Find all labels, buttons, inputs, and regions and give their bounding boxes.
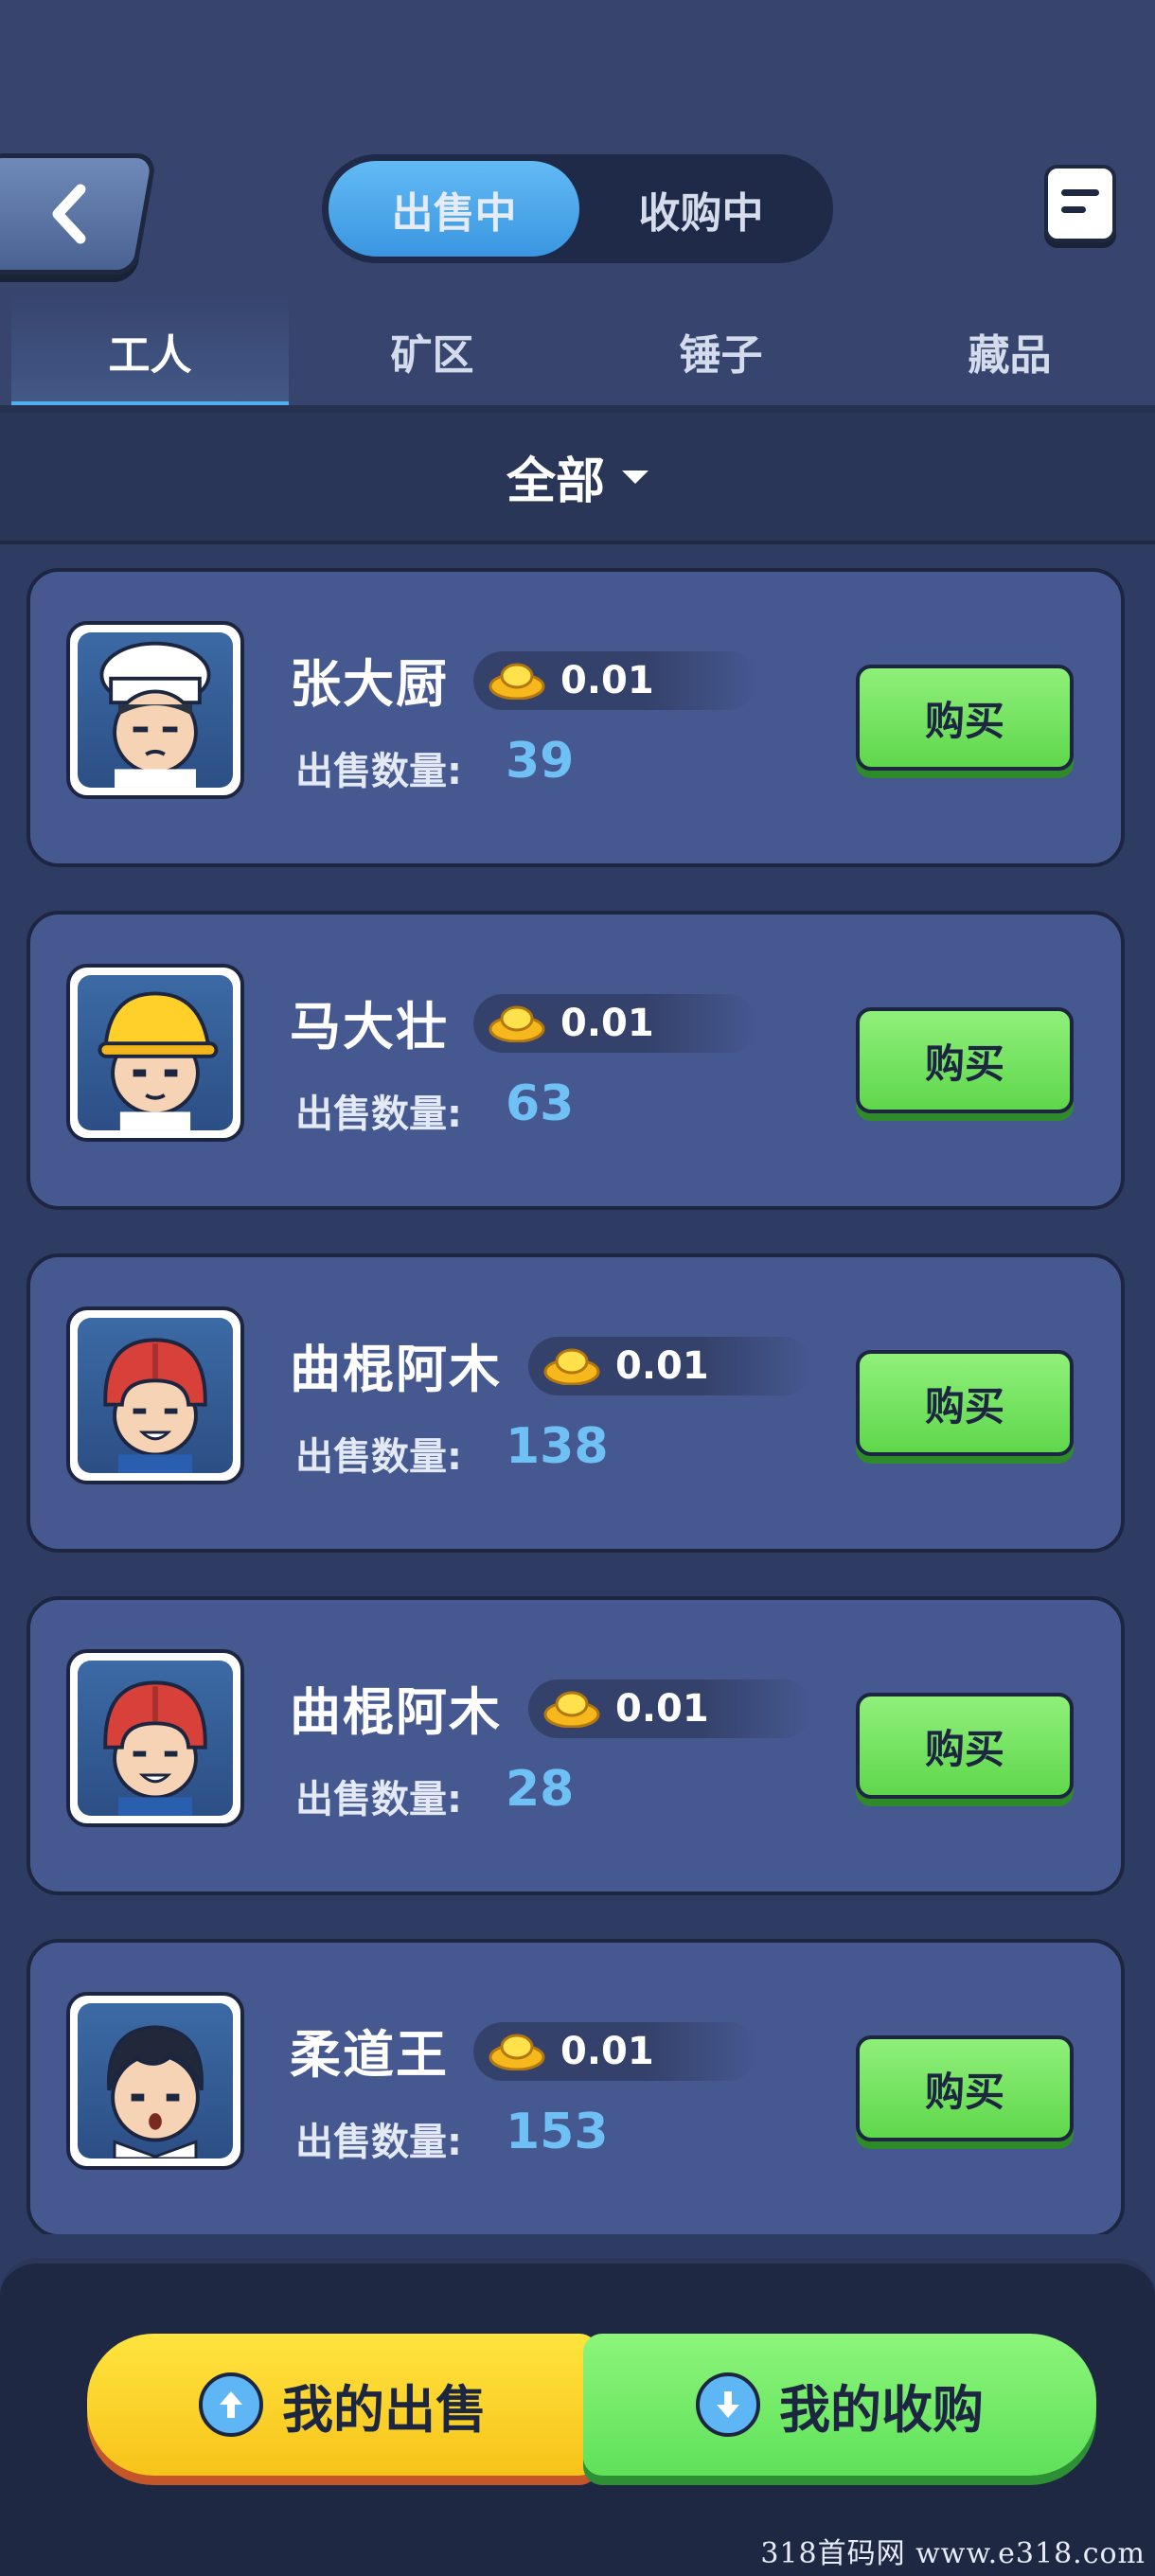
item-name: 曲棍阿木 bbox=[290, 1682, 502, 1742]
category-tabs: 工人 矿区 锤子 藏品 bbox=[0, 293, 1155, 409]
filter-label: 全部 bbox=[506, 453, 605, 510]
listing-card: 曲棍阿木 0.01 出售数量: 138 购买 bbox=[27, 1253, 1125, 1553]
my-sales-button[interactable]: 我的出售 bbox=[87, 2334, 598, 2476]
hockey-player-avatar-icon bbox=[103, 1338, 207, 1473]
quantity-value: 153 bbox=[506, 2104, 609, 2160]
menu-line bbox=[1061, 189, 1099, 196]
tab-workers[interactable]: 工人 bbox=[11, 293, 289, 409]
buy-button[interactable]: 购买 bbox=[856, 1007, 1074, 1113]
gold-ingot-icon bbox=[489, 2034, 545, 2070]
gold-ingot-icon bbox=[489, 1005, 545, 1042]
arrow-up-icon bbox=[199, 2372, 263, 2437]
hockey-player-avatar bbox=[66, 1306, 244, 1484]
hardhat-worker-avatar bbox=[66, 964, 244, 1142]
price-tag: 0.01 bbox=[473, 994, 757, 1053]
gold-ingot-icon bbox=[543, 1691, 600, 1728]
quantity-label: 出售数量: bbox=[295, 1435, 462, 1479]
quantity-label: 出售数量: bbox=[295, 750, 462, 793]
listing-card: 张大厨 0.01 出售数量: 39 购买 bbox=[27, 568, 1125, 867]
buy-button[interactable]: 购买 bbox=[856, 2035, 1074, 2141]
item-name: 柔道王 bbox=[290, 2025, 449, 2085]
quantity-value: 39 bbox=[506, 733, 575, 790]
price-tag: 0.01 bbox=[473, 651, 757, 710]
segment-selling[interactable]: 出售中 bbox=[329, 161, 579, 257]
tab-mines[interactable]: 矿区 bbox=[293, 293, 571, 409]
chevron-left-icon bbox=[52, 184, 85, 244]
price-value: 0.01 bbox=[615, 1344, 709, 1388]
price-tag: 0.01 bbox=[528, 1679, 812, 1738]
judo-fighter-avatar-icon bbox=[106, 2025, 204, 2159]
hardhat-worker-avatar-icon bbox=[98, 991, 219, 1130]
segment-control: 出售中 收购中 bbox=[322, 154, 833, 263]
chef-avatar-icon bbox=[99, 641, 211, 788]
listing-card: 马大壮 0.01 出售数量: 63 购买 bbox=[27, 911, 1125, 1210]
judo-fighter-avatar bbox=[66, 1992, 244, 2170]
chef-avatar bbox=[66, 621, 244, 799]
price-value: 0.01 bbox=[560, 1002, 654, 1045]
my-purchases-label: 我的收购 bbox=[779, 2379, 984, 2440]
quantity-label: 出售数量: bbox=[295, 2121, 462, 2164]
my-purchases-button[interactable]: 我的收购 bbox=[583, 2334, 1096, 2476]
quantity-label: 出售数量: bbox=[295, 1093, 462, 1136]
price-value: 0.01 bbox=[560, 2030, 654, 2073]
tab-divider bbox=[0, 405, 1155, 413]
price-value: 0.01 bbox=[615, 1687, 709, 1731]
quantity-label: 出售数量: bbox=[295, 1778, 462, 1821]
price-tag: 0.01 bbox=[473, 2022, 757, 2081]
hockey-player-avatar bbox=[66, 1649, 244, 1827]
gold-ingot-icon bbox=[489, 663, 545, 700]
quantity-value: 138 bbox=[506, 1418, 609, 1475]
hockey-player-avatar-icon bbox=[103, 1680, 207, 1816]
item-name: 曲棍阿木 bbox=[290, 1340, 502, 1399]
filter-dropdown[interactable]: 全部 bbox=[0, 413, 1155, 544]
segment-buying[interactable]: 收购中 bbox=[576, 161, 826, 257]
my-sales-label: 我的出售 bbox=[282, 2379, 487, 2440]
listing-card: 柔道王 0.01 出售数量: 153 购买 bbox=[27, 1939, 1125, 2234]
watermark: 318首码网 www.e318.com bbox=[760, 2537, 1146, 2570]
tab-collectibles[interactable]: 藏品 bbox=[871, 293, 1148, 409]
item-name: 张大厨 bbox=[290, 654, 449, 714]
arrow-down-icon bbox=[696, 2372, 760, 2437]
listing-list: 张大厨 0.01 出售数量: 39 购买 马大壮 0.01 出售数量: 63 购… bbox=[0, 568, 1155, 2234]
listing-card: 曲棍阿木 0.01 出售数量: 28 购买 bbox=[27, 1596, 1125, 1895]
menu-line bbox=[1061, 206, 1086, 213]
quantity-value: 28 bbox=[506, 1761, 575, 1818]
menu-icon[interactable] bbox=[1044, 165, 1116, 242]
tab-hammers[interactable]: 锤子 bbox=[582, 293, 860, 409]
price-value: 0.01 bbox=[560, 659, 654, 702]
buy-button[interactable]: 购买 bbox=[856, 1693, 1074, 1799]
buy-button[interactable]: 购买 bbox=[856, 1350, 1074, 1456]
quantity-value: 63 bbox=[506, 1075, 575, 1132]
gold-ingot-icon bbox=[543, 1348, 600, 1385]
chevron-down-icon bbox=[622, 470, 649, 484]
back-button[interactable] bbox=[0, 153, 158, 275]
price-tag: 0.01 bbox=[528, 1337, 812, 1395]
buy-button[interactable]: 购买 bbox=[856, 665, 1074, 771]
item-name: 马大壮 bbox=[290, 997, 449, 1057]
